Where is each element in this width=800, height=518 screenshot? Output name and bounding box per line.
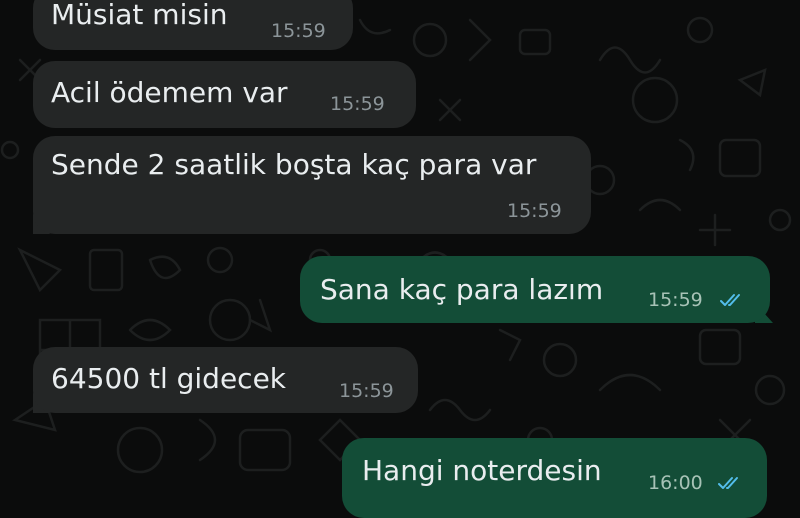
message-timestamp: 15:59 [507, 200, 562, 222]
message-bubble-outgoing[interactable]: Sana kaç para lazım 15:59 [300, 256, 770, 323]
message-text: Acil ödemem var [51, 76, 288, 109]
message-bubble-incoming[interactable]: Acil ödemem var 15:59 [33, 61, 416, 128]
message-text: Müsiat misin [51, 0, 228, 31]
message-bubble-incoming[interactable]: Sende 2 saatlik boşta kaç para var 15:59 [33, 136, 591, 234]
double-check-icon [720, 294, 740, 306]
message-timestamp: 15:59 [339, 380, 394, 402]
message-text: Sende 2 saatlik boşta kaç para var [51, 148, 537, 181]
message-timestamp: 16:00 [648, 472, 703, 494]
message-text: Hangi noterdesin [362, 454, 602, 487]
message-bubble-incoming[interactable]: 64500 tl gidecek 15:59 [33, 347, 418, 413]
message-text: Sana kaç para lazım [320, 273, 604, 306]
message-timestamp: 15:59 [330, 93, 385, 115]
message-bubble-outgoing[interactable]: Hangi noterdesin 16:00 [342, 438, 767, 518]
message-timestamp: 15:59 [648, 289, 703, 311]
message-text: 64500 tl gidecek [51, 362, 287, 395]
message-bubble-incoming[interactable]: Müsiat misin 15:59 [33, 0, 353, 50]
message-timestamp: 15:59 [271, 20, 326, 42]
double-check-icon [718, 477, 738, 489]
